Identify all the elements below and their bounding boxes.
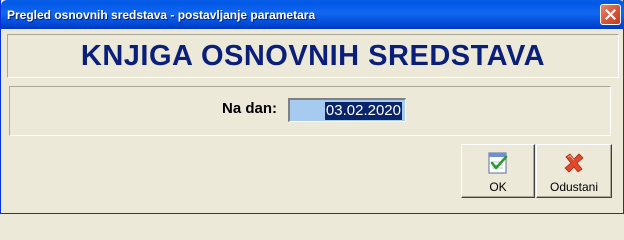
- ok-button[interactable]: OK: [461, 144, 535, 198]
- cancel-button-label: Odustani: [549, 180, 599, 194]
- check-document-icon: [488, 152, 508, 174]
- page-title: KNJIGA OSNOVNIH SREDSTAVA: [80, 40, 546, 72]
- close-icon: [605, 9, 616, 20]
- cancel-button[interactable]: Odustani: [536, 144, 612, 198]
- window-title: Pregled osnovnih sredstava - postavljanj…: [7, 8, 316, 22]
- title-bar[interactable]: Pregled osnovnih sredstava - postavljanj…: [1, 0, 624, 29]
- parameters-panel: Na dan: 03.02.2020: [9, 86, 611, 136]
- dialog-window: Pregled osnovnih sredstava - postavljanj…: [0, 0, 624, 214]
- date-label: Na dan:: [222, 100, 278, 117]
- ok-button-label: OK: [489, 180, 507, 194]
- header-panel: KNJIGA OSNOVNIH SREDSTAVA: [7, 34, 619, 78]
- red-x-icon: [564, 153, 584, 173]
- close-button[interactable]: [600, 4, 621, 25]
- date-field-value: 03.02.2020: [324, 102, 402, 120]
- date-field[interactable]: 03.02.2020: [288, 98, 406, 122]
